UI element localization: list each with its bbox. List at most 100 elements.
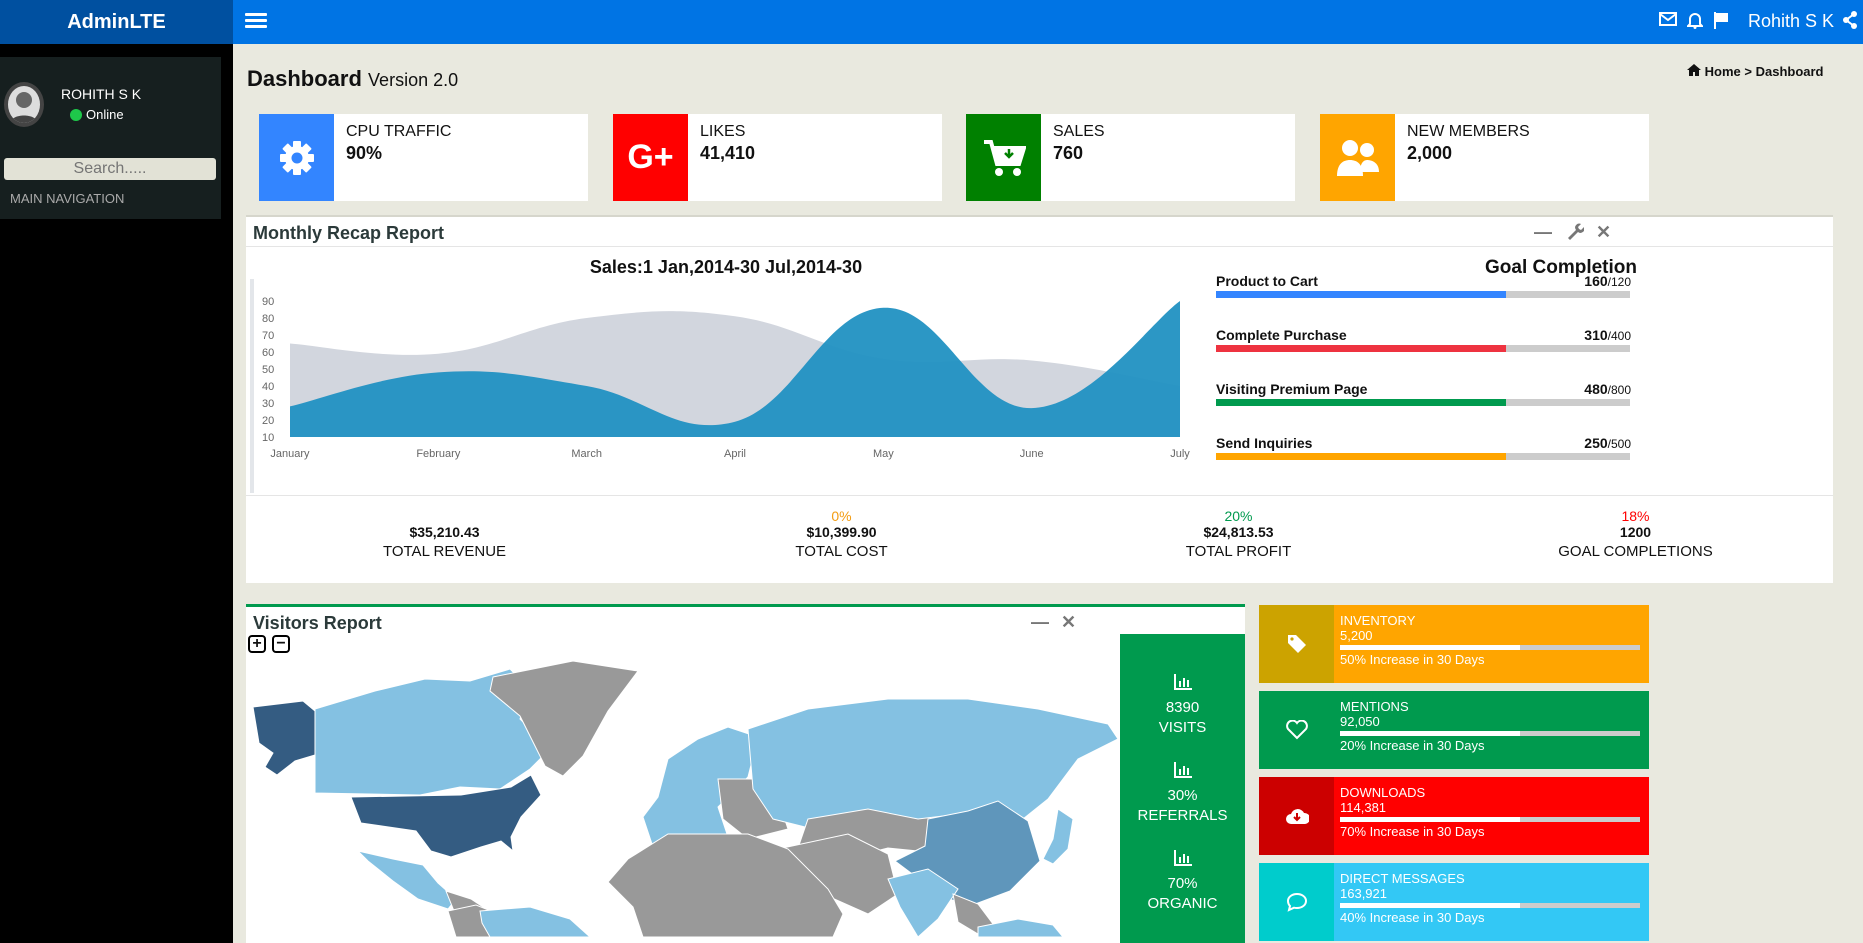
- close-icon[interactable]: ✕: [1061, 612, 1076, 633]
- stat-value: $10,399.90: [806, 524, 877, 540]
- y-tick-label: 40: [262, 381, 274, 393]
- comment-icon: [1259, 863, 1334, 941]
- stat-label: TOTAL REVENUE: [382, 543, 507, 560]
- share-icon[interactable]: [1840, 11, 1860, 33]
- y-tick-label: 30: [262, 398, 274, 410]
- page-title-text: Dashboard: [247, 66, 362, 91]
- info-box-label: NEW MEMBERS: [1407, 123, 1530, 140]
- bell-icon[interactable]: [1685, 11, 1705, 33]
- stat-box-value: 92,050: [1340, 714, 1380, 729]
- y-tick-label: 10: [262, 432, 274, 444]
- map-region-japan: [1042, 808, 1074, 865]
- user-menu[interactable]: Rohith S K: [1748, 11, 1834, 32]
- info-box-cpu-traffic: CPU TRAFFIC 90%: [259, 114, 588, 201]
- visitor-stat-value: 30%: [1167, 787, 1198, 804]
- stat-box-value: 114,381: [1340, 800, 1387, 815]
- visitor-stat-value: 8390: [1165, 699, 1200, 716]
- minimize-icon[interactable]: —: [1534, 222, 1552, 243]
- cloud-download-icon: [1259, 777, 1334, 855]
- visitor-stat-label: REFERRALS: [1137, 807, 1228, 824]
- stat-box-progress-fill: [1340, 731, 1520, 736]
- goal-value: 250/500: [1584, 435, 1631, 451]
- close-icon[interactable]: ✕: [1596, 222, 1611, 243]
- wrench-icon[interactable]: [1566, 222, 1585, 245]
- goal-current: 480: [1584, 381, 1608, 397]
- info-box-value: 2,000: [1407, 143, 1453, 163]
- stat-label: TOTAL PROFIT: [1185, 543, 1292, 560]
- info-box-value: 760: [1053, 143, 1084, 163]
- goal-current: 160: [1584, 273, 1608, 289]
- zoom-out-icon[interactable]: −: [272, 635, 290, 653]
- stat-box-downloads: DOWNLOADS 114,381 70% Increase in 30 Days: [1259, 777, 1649, 855]
- google-plus-icon: G+: [613, 114, 688, 201]
- goal-current: 310: [1584, 327, 1608, 343]
- avatar: [4, 82, 44, 127]
- zoom-in-icon[interactable]: +: [248, 635, 266, 653]
- stat-box-progress-fill: [1340, 903, 1520, 908]
- x-tick-label: February: [416, 448, 461, 460]
- flag-icon[interactable]: [1711, 11, 1731, 33]
- goal-progress-bar: [1216, 399, 1630, 406]
- breadcrumb: Home > Dashboard: [1687, 64, 1824, 79]
- bar-chart-icon: [1120, 762, 1245, 784]
- main-navigation-header: MAIN NAVIGATION: [10, 191, 125, 206]
- heart-icon: [1259, 691, 1334, 769]
- page-subtitle: Version 2.0: [368, 70, 459, 90]
- info-box-label: SALES: [1053, 123, 1105, 140]
- stat-box-description: 20% Increase in 30 Days: [1340, 738, 1485, 753]
- stat-percent: 20%: [1224, 508, 1253, 524]
- info-box-likes: G+ LIKES 41,410: [613, 114, 942, 201]
- stat-box-direct-messages: DIRECT MESSAGES 163,921 40% Increase in 30…: [1259, 863, 1649, 941]
- visitor-stat: 8390 VISITS: [1120, 674, 1245, 738]
- home-icon: [1687, 64, 1701, 76]
- gear-icon: [259, 114, 334, 201]
- stat-box-progress: [1340, 731, 1640, 736]
- x-tick-label: January: [270, 448, 310, 460]
- stat-value: 1200: [1619, 524, 1652, 540]
- breadcrumb-current: Dashboard: [1755, 64, 1824, 79]
- stat-box-progress-fill: [1340, 817, 1520, 822]
- stat-label: GOAL COMPLETIONS: [1558, 543, 1713, 560]
- info-box-label: LIKES: [700, 123, 746, 140]
- goal-label: Complete Purchase: [1216, 327, 1347, 343]
- envelope-icon[interactable]: [1658, 11, 1678, 33]
- chart-left-border: [250, 279, 254, 493]
- stat-box-label: MENTIONS: [1340, 699, 1409, 714]
- stat-label: TOTAL COST: [795, 543, 888, 560]
- bar-chart-icon: [1120, 674, 1245, 696]
- goal-progress-fill: [1216, 453, 1506, 460]
- map-region-brazil: [479, 906, 592, 938]
- menu-toggle-icon[interactable]: [245, 10, 267, 32]
- goal-total: /800: [1607, 383, 1631, 397]
- stat-box-progress: [1340, 645, 1640, 650]
- y-tick-label: 70: [262, 330, 274, 342]
- stat-box-mentions: MENTIONS 92,050 20% Increase in 30 Days: [1259, 691, 1649, 769]
- x-tick-label: March: [571, 448, 602, 460]
- stat-percent: 18%: [1621, 508, 1650, 524]
- goal-progress-fill: [1216, 291, 1506, 298]
- app-logo[interactable]: AdminLTE: [0, 0, 233, 44]
- y-tick-label: 60: [262, 347, 274, 359]
- map-region-alaska: [252, 700, 316, 776]
- recap-stats: $35,210.43 TOTAL REVENUE 0% $10,399.90 TOTAL…: [246, 495, 1833, 583]
- goal-current: 250: [1584, 435, 1608, 451]
- world-map[interactable]: [248, 659, 1118, 939]
- sidebar-search-input[interactable]: [4, 158, 216, 180]
- stat-box-progress: [1340, 903, 1640, 908]
- minimize-icon[interactable]: —: [1031, 612, 1049, 633]
- info-box-value: 41,410: [700, 143, 756, 163]
- y-tick-label: 50: [262, 364, 274, 376]
- goal-label: Send Inquiries: [1216, 435, 1313, 451]
- online-status: Online: [70, 107, 124, 122]
- breadcrumb-home[interactable]: Home: [1705, 64, 1741, 79]
- stat-box-label: DIRECT MESSAGES: [1340, 871, 1465, 886]
- page-title: Dashboard Version 2.0: [247, 66, 458, 92]
- box-title: Monthly Recap Report: [253, 223, 445, 243]
- sidebar: ROHITH S K Online MAIN NAVIGATION: [0, 44, 233, 943]
- x-tick-label: April: [724, 448, 746, 460]
- users-icon: [1320, 114, 1395, 201]
- stat-box-progress: [1340, 817, 1640, 822]
- goal-item: Send Inquiries 250/500: [1216, 435, 1631, 465]
- visitor-stat-label: ORGANIC: [1147, 895, 1218, 912]
- goal-total: /120: [1607, 275, 1631, 289]
